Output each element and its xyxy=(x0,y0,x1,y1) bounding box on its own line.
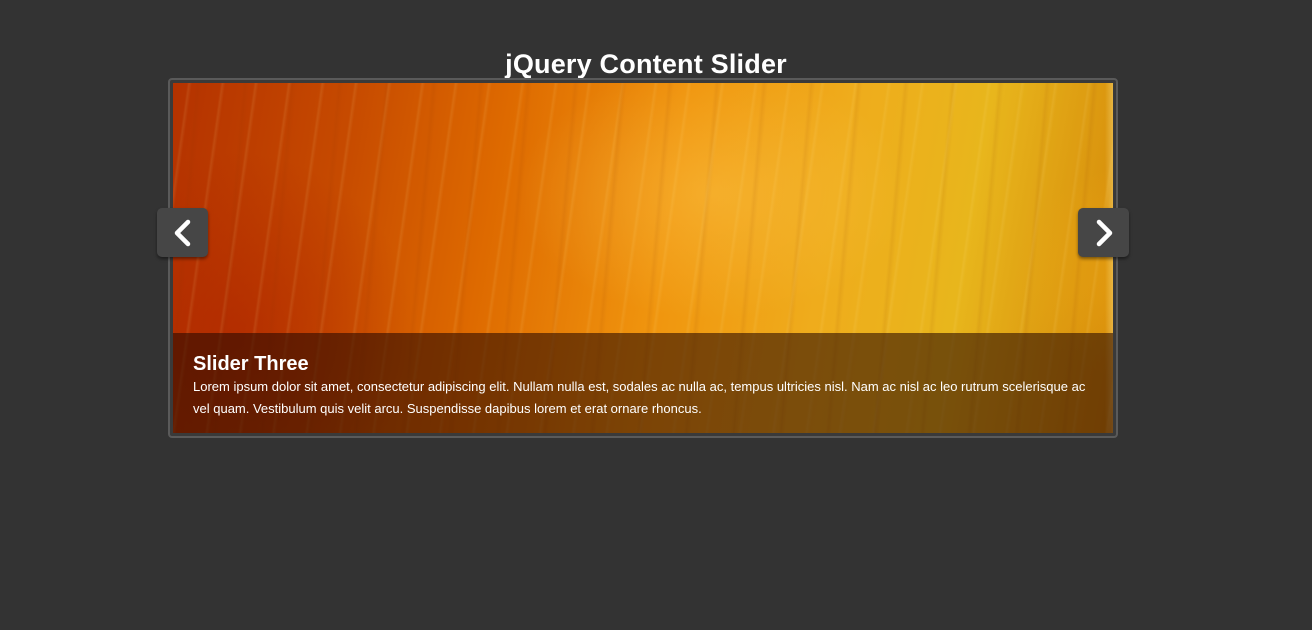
slide-caption-text: Lorem ipsum dolor sit amet, consectetur … xyxy=(193,379,1086,416)
content-slider: Slider Three Lorem ipsum dolor sit amet,… xyxy=(168,78,1118,438)
chevron-left-icon xyxy=(171,219,195,247)
previous-slide-button[interactable] xyxy=(157,208,208,257)
slide-image: Slider Three Lorem ipsum dolor sit amet,… xyxy=(173,83,1113,433)
slide-caption: Slider Three Lorem ipsum dolor sit amet,… xyxy=(173,333,1113,433)
page: jQuery Content Slider Slider Three Lorem… xyxy=(0,0,1312,630)
chevron-right-icon xyxy=(1092,219,1116,247)
page-title: jQuery Content Slider xyxy=(505,49,787,80)
next-slide-button[interactable] xyxy=(1078,208,1129,257)
slide-caption-title: Slider Three xyxy=(193,353,309,375)
